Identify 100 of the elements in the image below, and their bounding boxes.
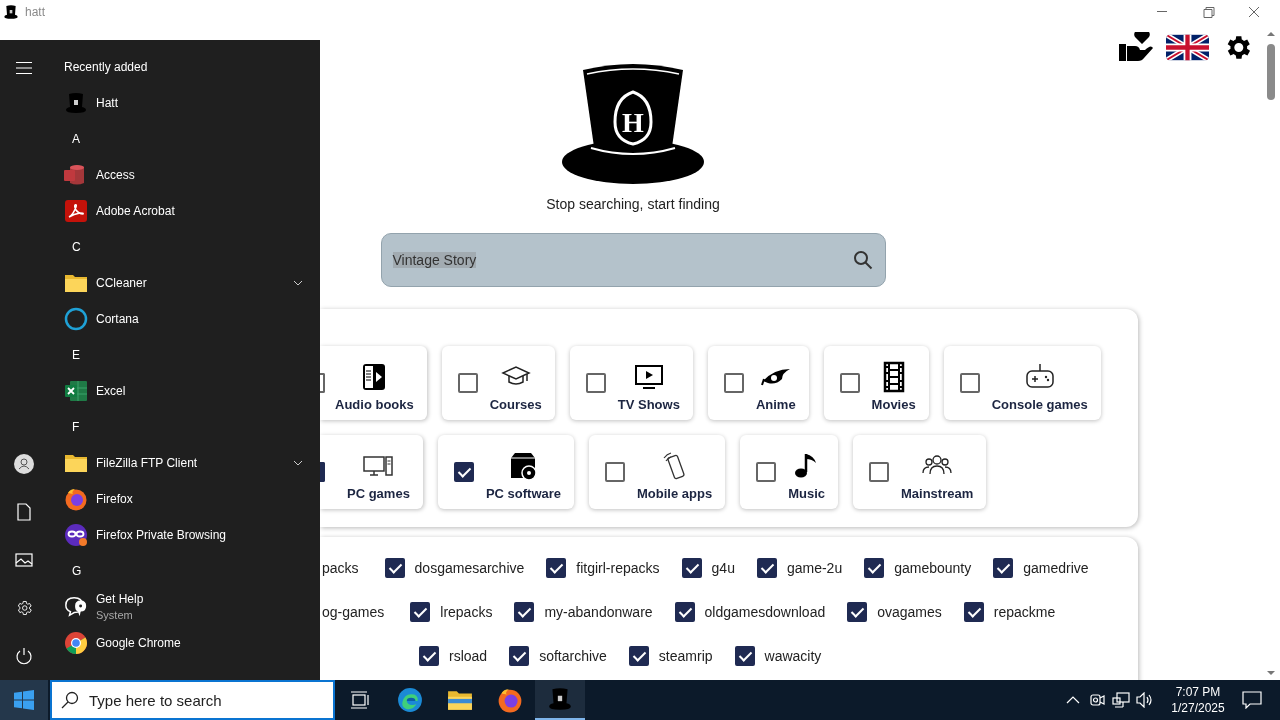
chevron-icon[interactable] [293,280,303,286]
hat-icon [64,90,88,116]
source-option[interactable]: gamebounty [864,558,972,578]
checkbox[interactable] [963,602,984,622]
search-icon [61,691,79,709]
checkbox[interactable] [546,558,567,578]
browser-icon[interactable] [397,687,423,713]
checkbox[interactable] [457,373,478,393]
volume-icon[interactable] [1136,692,1154,708]
checkbox[interactable] [628,646,649,666]
browser-icon [64,487,88,511]
checkbox[interactable] [419,646,439,666]
checkbox[interactable] [756,462,777,482]
checkbox[interactable] [674,602,695,622]
source-option[interactable]: rsload [419,646,488,666]
checkbox[interactable] [320,462,325,482]
section-letter[interactable]: F [64,409,96,445]
app-list-item[interactable]: FileZilla FTP Client [64,445,303,481]
scroll-up-icon[interactable] [1266,30,1276,38]
checkbox[interactable] [514,602,535,622]
app-list-item[interactable]: Firefox [64,481,303,517]
category-card[interactable]: Anime [707,346,809,420]
chevron-icon[interactable] [293,460,303,466]
power-icon[interactable] [15,647,33,665]
browser-icon[interactable] [497,687,523,713]
source-option[interactable]: repackme [963,602,1056,622]
checkbox[interactable] [869,462,889,482]
source-option[interactable]: gamedrive [993,558,1089,578]
checkbox[interactable] [864,558,885,578]
search-field[interactable]: Vintage Story [380,233,886,287]
checkbox[interactable] [585,373,606,393]
source-option[interactable]: ovagames [847,602,942,622]
search-field[interactable]: Type here to search [50,680,335,720]
checkbox[interactable] [734,646,755,666]
section-letter[interactable]: E [64,337,96,373]
checkbox[interactable] [453,462,474,482]
document-icon[interactable] [16,503,32,521]
category-card[interactable]: Mobile apps [589,435,726,509]
search-input[interactable]: Type here to search [89,691,309,709]
source-option[interactable]: lrepacks [410,602,493,622]
image-icon[interactable] [15,552,33,568]
app-list-item[interactable]: Hatt [64,85,303,121]
checkbox[interactable] [681,558,702,578]
network-icon[interactable] [1112,692,1130,708]
category-card[interactable]: PC software [437,435,574,509]
checkbox[interactable] [993,558,1014,578]
category-card[interactable]: Music [740,435,838,509]
source-option[interactable]: dosgamesarchive [384,558,525,578]
app-list-item[interactable]: Access [64,157,303,193]
app-list-item[interactable]: Excel [64,373,303,409]
app-list-item[interactable]: Get Help System [64,589,303,625]
source-option[interactable]: my-abandonware [514,602,653,622]
category-card[interactable]: Courses [441,346,555,420]
section-letter[interactable]: A [64,121,96,157]
category-card[interactable]: PC games [320,435,423,509]
source-option[interactable]: g4u [681,558,735,578]
scrollbar-thumb[interactable] [1267,44,1275,100]
menu-icon[interactable] [15,61,33,75]
category-card[interactable]: Mainstream [853,435,987,509]
source-option[interactable]: softarchive [509,646,607,666]
category-card[interactable]: Console games [943,346,1101,420]
app-list-item[interactable]: Firefox Private Browsing [64,517,303,553]
app-list-item[interactable]: Adobe Acrobat [64,193,303,229]
app-list-item[interactable]: CCleaner [64,265,303,301]
search-icon[interactable] [852,250,873,270]
checkbox[interactable] [410,602,431,622]
clock[interactable]: 7:07 PM 1/27/2025 [1163,684,1233,716]
taskbar-button[interactable] [535,680,585,720]
scroll-down-icon[interactable] [1266,669,1276,677]
app-list-item[interactable]: Cortana [64,301,303,337]
category-card[interactable]: TV Shows [569,346,693,420]
source-option[interactable]: game-2u [756,558,843,578]
checkbox[interactable] [756,558,777,578]
checkbox[interactable] [959,373,980,393]
spreadsheet-icon [64,379,88,403]
app-list-item[interactable]: Google Chrome [64,625,303,661]
section-letter[interactable]: C [64,229,96,265]
notification-icon[interactable] [1242,691,1262,709]
source-option[interactable]: oldgamesdownload [674,602,826,622]
folder-icon[interactable] [447,689,473,711]
checkbox[interactable] [839,373,860,393]
settings-icon[interactable] [15,599,33,617]
checkbox[interactable] [509,646,530,666]
source-option[interactable]: steamrip [628,646,713,666]
section-letter[interactable]: G [64,553,96,589]
checkbox[interactable] [847,602,868,622]
start-button[interactable] [0,680,48,720]
camera-icon[interactable] [1089,692,1105,708]
chevron-up-icon[interactable] [1066,696,1080,704]
source-option[interactable]: fitgirl-repacks [546,558,660,578]
hand-heart-icon[interactable] [1119,32,1153,62]
checkbox[interactable] [384,558,405,578]
checkbox[interactable] [605,462,625,482]
hat-icon[interactable] [547,686,573,712]
checkbox[interactable] [723,373,744,393]
user-avatar[interactable] [14,454,34,474]
checkbox[interactable] [320,373,325,393]
category-card[interactable]: Audio books [320,346,427,420]
category-card[interactable]: Movies [823,346,929,420]
source-option[interactable]: wawacity [734,646,822,666]
